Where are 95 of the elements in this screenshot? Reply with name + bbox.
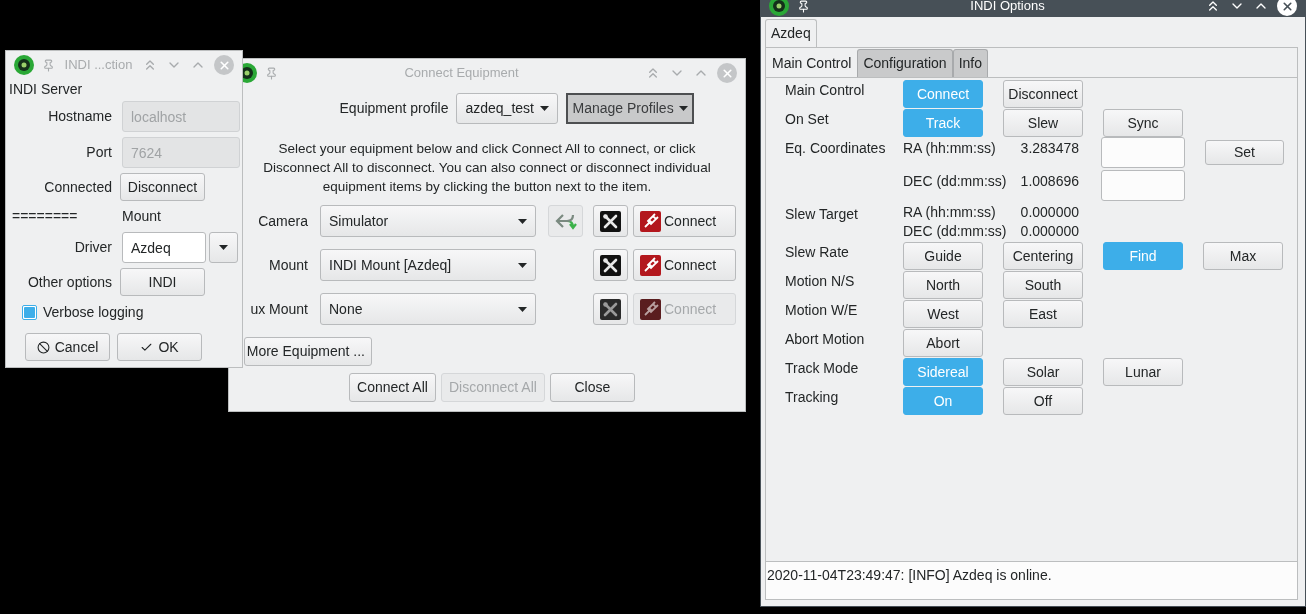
caret-icon (518, 306, 527, 312)
element-value: 1.008696 (1019, 172, 1079, 191)
element-value: 0.000000 (1019, 203, 1079, 222)
switch-button[interactable]: Max (1203, 242, 1283, 270)
close-icon (217, 58, 231, 72)
element-value: 3.283478 (1019, 139, 1079, 158)
switch-button[interactable]: Guide (903, 242, 983, 270)
caret-icon (219, 245, 228, 250)
swap-button[interactable] (548, 205, 583, 237)
switch-button[interactable]: Lunar (1103, 358, 1183, 386)
element-name: RA (hh:mm:ss) (903, 203, 997, 222)
device-dropdown[interactable]: INDI Mount [Azdeq] (320, 249, 536, 281)
field-label: Driver (73, 238, 113, 257)
caret-icon (518, 218, 527, 224)
switch-button[interactable]: Centering (1003, 242, 1083, 270)
caret-icon (679, 106, 689, 111)
switch-button[interactable]: North (903, 271, 983, 299)
tools-icon (600, 254, 621, 276)
property-label: Motion W/E (785, 301, 859, 320)
more-equipment-button[interactable]: More Equipment ... (244, 337, 372, 366)
property-label: Abort Motion (785, 330, 866, 349)
checkbox[interactable] (22, 304, 37, 320)
value-field[interactable] (1101, 137, 1185, 168)
profile-label: Equipment profile (339, 99, 449, 118)
connect-button[interactable]: Connect (633, 205, 736, 237)
profile-dropdown[interactable]: azdeq_test (456, 93, 559, 124)
ok-button[interactable]: OK (117, 333, 202, 361)
field-label: Port (85, 143, 113, 162)
element-value: 0.000000 (1019, 222, 1079, 241)
instructions-text: Select your equipment below and click Connect All to connect, or click Disconnect All to disconnect. You can also connect or disconnect individual equipment items by clicking the button next to the item. (262, 140, 712, 196)
switch-button[interactable]: Sync (1103, 109, 1183, 137)
separator-text: ======== (11, 207, 79, 226)
device-tab[interactable]: Azdeq (765, 19, 817, 47)
property-label: Eq. Coordinates (785, 139, 887, 158)
indi-options-button[interactable]: INDI (120, 268, 205, 296)
pin-icon[interactable] (797, 0, 810, 13)
switch-button[interactable]: West (903, 300, 983, 328)
plug-icon (640, 254, 661, 276)
switch-button[interactable]: Solar (1003, 358, 1083, 386)
property-label: Tracking (785, 388, 840, 407)
cancel-button[interactable]: Cancel (25, 333, 110, 361)
value-field[interactable] (1101, 170, 1185, 201)
device-label: ux Mount (249, 299, 308, 319)
switch-button[interactable]: South (1003, 271, 1083, 299)
tools-button[interactable] (593, 205, 628, 237)
tab[interactable]: Info (952, 49, 988, 77)
close-icon (720, 66, 734, 80)
set-button[interactable]: Set (1205, 140, 1284, 165)
cancel-icon (36, 340, 50, 354)
swap-icon (554, 211, 577, 231)
property-label: Slew Target (785, 205, 859, 224)
checkbox-fill (24, 306, 35, 318)
caret-icon (518, 262, 527, 268)
tools-icon (600, 210, 621, 232)
field-label: Other options (26, 272, 113, 292)
switch-button[interactable]: Disconnect (1003, 80, 1083, 108)
manage-profiles-button[interactable]: Manage Profiles (566, 93, 695, 124)
dialog-button[interactable]: Connect All (349, 373, 436, 402)
field-label: Connected (43, 177, 113, 197)
plug-icon (640, 210, 661, 232)
property-label: Main Control (785, 81, 866, 100)
property-label: Motion N/S (785, 272, 856, 291)
tools-icon (600, 298, 621, 320)
field-label: Hostname (47, 107, 113, 126)
element-name: RA (hh:mm:ss) (903, 139, 997, 158)
switch-button[interactable]: Slew (1003, 109, 1083, 137)
switch-button[interactable]: Abort (903, 329, 983, 357)
disconnect-button[interactable]: Disconnect (120, 173, 205, 201)
checkbox-label: Verbose logging (43, 302, 144, 322)
tab[interactable]: Configuration (857, 49, 953, 77)
window-title: Connect Equipment (403, 64, 520, 83)
dialog-button[interactable]: Close (549, 373, 635, 402)
tools-button[interactable] (593, 249, 628, 281)
connect-button[interactable]: Connect (633, 249, 736, 281)
section-title: INDI Server (9, 80, 84, 99)
switch-button[interactable]: Off (1003, 387, 1083, 415)
window-title: INDI Options (969, 0, 1046, 16)
property-label: On Set (785, 110, 830, 129)
property-label: Track Mode (785, 359, 860, 378)
log-text: 2020-11-04T23:49:47: [INFO] Azdeq is online. (767, 567, 1052, 583)
property-label: Slew Rate (785, 243, 850, 262)
switch-button[interactable]: East (1003, 300, 1083, 328)
logo-icon (769, 0, 789, 16)
window-title: INDI ...ction (63, 56, 134, 75)
logo-icon (14, 55, 34, 75)
close-icon (1280, 0, 1294, 13)
device-type-label: Mount (122, 207, 162, 226)
caret-icon (540, 106, 550, 111)
close-button[interactable] (1277, 0, 1297, 16)
device-label: Mount (268, 255, 308, 275)
device-dropdown[interactable]: Simulator (320, 205, 536, 237)
plug-icon (640, 298, 661, 320)
device-label: Camera (257, 211, 308, 231)
driver-field[interactable]: Azdeq (122, 232, 206, 263)
driver-dropdown-button[interactable] (209, 232, 238, 263)
